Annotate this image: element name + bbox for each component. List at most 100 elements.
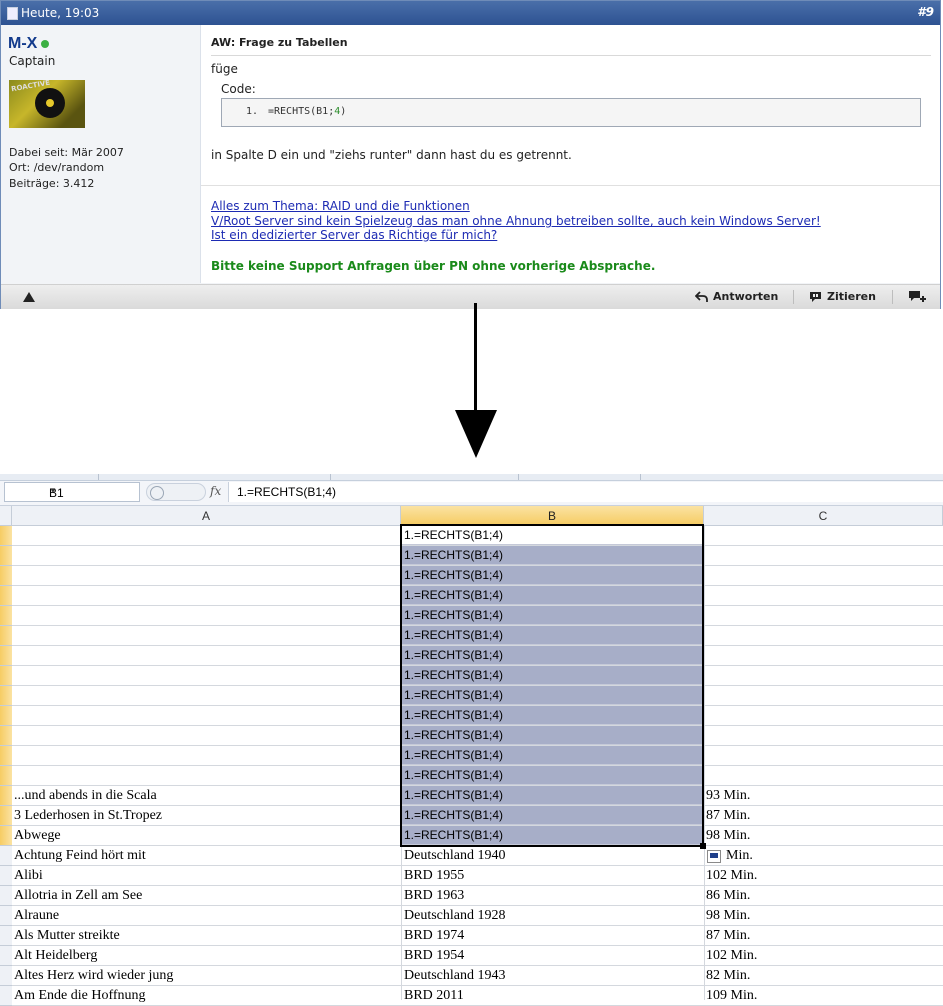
name-box[interactable]: B1 ▼ (4, 482, 140, 502)
autofill-options-icon[interactable] (707, 850, 721, 863)
row-header[interactable] (0, 766, 12, 786)
cell-b[interactable]: BRD 1974 (402, 926, 706, 945)
cell-a[interactable] (14, 586, 400, 605)
row-header[interactable] (0, 866, 12, 886)
cell-c[interactable] (706, 626, 941, 645)
cell-c[interactable]: 86 Min. (706, 886, 941, 905)
cell-a[interactable] (14, 766, 400, 785)
cell-a[interactable] (14, 546, 400, 565)
fill-handle[interactable] (700, 843, 706, 849)
cell-c[interactable]: 102 Min. (706, 866, 941, 885)
reply-button[interactable]: Antworten (695, 290, 778, 303)
selected-cell-b[interactable]: 1.=RECHTS(B1;4) (401, 586, 704, 605)
cell-c[interactable]: Min. (706, 846, 943, 865)
selected-cell-b[interactable]: 1.=RECHTS(B1;4) (401, 806, 704, 825)
row-header[interactable] (0, 646, 12, 666)
avatar[interactable]: ROACTIVE (9, 80, 85, 128)
cell-b[interactable]: Deutschland 1928 (402, 906, 706, 925)
row-header[interactable] (0, 706, 12, 726)
cell-a[interactable] (14, 666, 400, 685)
cell-b[interactable]: Deutschland 1943 (402, 966, 706, 985)
cell-c[interactable] (706, 526, 941, 545)
row-header[interactable] (0, 546, 12, 566)
cell-c[interactable] (706, 766, 941, 785)
column-header-a[interactable]: A (12, 506, 401, 526)
cell-c[interactable]: 87 Min. (706, 806, 941, 825)
username-link[interactable]: M-X (8, 35, 50, 53)
row-header[interactable] (0, 906, 12, 926)
row-header[interactable] (0, 586, 12, 606)
row-header[interactable] (0, 826, 12, 846)
selected-cell-b[interactable]: 1.=RECHTS(B1;4) (401, 566, 704, 585)
cell-c[interactable] (706, 566, 941, 585)
cell-a[interactable]: Allotria in Zell am See (14, 886, 400, 905)
selected-cell-b[interactable]: 1.=RECHTS(B1;4) (401, 706, 704, 725)
active-cell-b1[interactable]: 1.=RECHTS(B1;4) (401, 526, 704, 545)
cell-c[interactable] (706, 646, 941, 665)
selected-cell-b[interactable]: 1.=RECHTS(B1;4) (401, 606, 704, 625)
row-header[interactable] (0, 966, 12, 986)
cell-b[interactable]: Deutschland 1940 (402, 846, 706, 865)
cell-b[interactable]: BRD 1954 (402, 946, 706, 965)
report-warning-icon[interactable] (23, 292, 35, 302)
cell-a[interactable]: Achtung Feind hört mit (14, 846, 400, 865)
cell-b[interactable]: BRD 1955 (402, 866, 706, 885)
cell-a[interactable]: 3 Lederhosen in St.Tropez (14, 806, 400, 825)
cell-c[interactable]: 98 Min. (706, 826, 941, 845)
cell-c[interactable] (706, 666, 941, 685)
selected-cell-b[interactable]: 1.=RECHTS(B1;4) (401, 746, 704, 765)
select-all-corner[interactable] (0, 506, 12, 526)
cell-a[interactable]: Abwege (14, 826, 400, 845)
row-header[interactable] (0, 566, 12, 586)
cell-c[interactable] (706, 546, 941, 565)
row-header[interactable] (0, 986, 12, 1006)
cell-c[interactable] (706, 686, 941, 705)
multi-quote-button[interactable] (908, 290, 928, 303)
row-header[interactable] (0, 666, 12, 686)
cell-a[interactable] (14, 626, 400, 645)
cell-c[interactable]: 98 Min. (706, 906, 941, 925)
cell-a[interactable] (14, 686, 400, 705)
cell-a[interactable]: Am Ende die Hoffnung (14, 986, 400, 1005)
cell-a[interactable]: Altes Herz wird wieder jung (14, 966, 400, 985)
cell-c[interactable]: 102 Min. (706, 946, 941, 965)
cell-a[interactable]: Alibi (14, 866, 400, 885)
signature-link-root-server[interactable]: V/Root Server sind kein Spielzeug das ma… (211, 214, 821, 228)
cell-b[interactable]: BRD 1963 (402, 886, 706, 905)
cell-a[interactable] (14, 566, 400, 585)
row-header[interactable] (0, 886, 12, 906)
row-header[interactable] (0, 946, 12, 966)
row-header[interactable] (0, 786, 12, 806)
selected-cell-b[interactable]: 1.=RECHTS(B1;4) (401, 686, 704, 705)
cell-a[interactable]: Als Mutter streikte (14, 926, 400, 945)
row-header[interactable] (0, 686, 12, 706)
row-header[interactable] (0, 526, 12, 546)
column-header-c[interactable]: C (704, 506, 943, 526)
cell-b[interactable]: BRD 2011 (402, 986, 706, 1005)
cell-a[interactable] (14, 746, 400, 765)
cell-c[interactable] (706, 706, 941, 725)
selected-cell-b[interactable]: 1.=RECHTS(B1;4) (401, 626, 704, 645)
quote-button[interactable]: Zitieren (809, 290, 876, 303)
selected-cell-b[interactable]: 1.=RECHTS(B1;4) (401, 786, 704, 805)
selected-cell-b[interactable]: 1.=RECHTS(B1;4) (401, 766, 704, 785)
formula-input[interactable]: 1.=RECHTS(B1;4) (228, 482, 943, 502)
cell-c[interactable] (706, 606, 941, 625)
row-header[interactable] (0, 846, 12, 866)
cell-a[interactable] (14, 606, 400, 625)
cell-a[interactable]: Alraune (14, 906, 400, 925)
cell-c[interactable]: 109 Min. (706, 986, 941, 1005)
row-header[interactable] (0, 806, 12, 826)
signature-link-raid[interactable]: Alles zum Thema: RAID und die Funktionen (211, 199, 470, 213)
selected-cell-b[interactable]: 1.=RECHTS(B1;4) (401, 726, 704, 745)
row-header[interactable] (0, 746, 12, 766)
signature-link-dedicated-server[interactable]: Ist ein dedizierter Server das Richtige … (211, 228, 497, 242)
cell-a[interactable]: Alt Heidelberg (14, 946, 400, 965)
cell-a[interactable]: ...und abends in die Scala (14, 786, 400, 805)
row-header[interactable] (0, 926, 12, 946)
selected-cell-b[interactable]: 1.=RECHTS(B1;4) (401, 546, 704, 565)
row-header[interactable] (0, 726, 12, 746)
row-header[interactable] (0, 626, 12, 646)
selected-cell-b[interactable]: 1.=RECHTS(B1;4) (401, 666, 704, 685)
cell-a[interactable] (14, 646, 400, 665)
